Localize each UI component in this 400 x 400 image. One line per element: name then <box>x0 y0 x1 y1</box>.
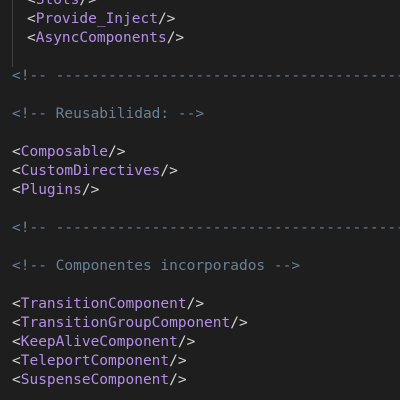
code-lines[interactable]: <Slots/> <Provide_Inject/> <AsyncComponent… <box>0 0 400 390</box>
indent-guide <box>12 10 13 29</box>
code-line[interactable]: <!-- Reusabilidad: --> <box>0 105 400 124</box>
html-comment: <!-- -----------------------------------… <box>12 68 400 84</box>
code-line[interactable]: <Provide_Inject/> <box>0 10 400 29</box>
code-line[interactable] <box>0 238 400 257</box>
tag-self-close: /> <box>79 0 97 8</box>
code-line[interactable]: <CustomDirectives/> <box>0 162 400 181</box>
tag-self-close: /> <box>160 163 178 179</box>
code-line[interactable]: <!-- -----------------------------------… <box>0 67 400 86</box>
tag-self-close: /> <box>108 144 126 160</box>
code-line[interactable]: <Composable/> <box>0 143 400 162</box>
code-line[interactable]: <Plugins/> <box>0 181 400 200</box>
indent-guide <box>12 29 13 48</box>
component-tag-name: TransitionComponent <box>20 296 187 312</box>
tag-open-bracket: < <box>27 0 36 8</box>
code-line[interactable] <box>0 86 400 105</box>
tag-open-bracket: < <box>12 296 21 312</box>
indent-guide <box>12 48 13 67</box>
component-tag-name: TeleportComponent <box>20 353 170 369</box>
tag-self-close: /> <box>169 372 187 388</box>
component-tag-name: KeepAliveComponent <box>20 334 178 350</box>
component-tag-name: AsyncComponents <box>35 30 167 46</box>
tag-self-close: /> <box>186 296 205 312</box>
tag-open-bracket: < <box>27 11 36 27</box>
indent-guide <box>12 0 13 10</box>
tag-open-bracket: < <box>12 353 21 369</box>
tag-open-bracket: < <box>27 30 36 46</box>
code-line[interactable]: <TransitionGroupComponent/> <box>0 314 400 333</box>
tag-open-bracket: < <box>12 315 21 331</box>
tag-self-close: /> <box>169 353 187 369</box>
tag-open-bracket: < <box>12 182 21 198</box>
code-line[interactable] <box>0 200 400 219</box>
component-tag-name: Plugins <box>20 182 82 198</box>
tag-self-close: /> <box>166 30 185 46</box>
tag-self-close: /> <box>81 182 100 198</box>
code-line[interactable] <box>0 124 400 143</box>
tag-self-close: /> <box>230 315 248 331</box>
tag-open-bracket: < <box>12 334 21 350</box>
code-line[interactable]: <SuspenseComponent/> <box>0 371 400 390</box>
code-line[interactable] <box>0 48 400 67</box>
code-line[interactable] <box>0 276 400 295</box>
component-tag-name: CustomDirectives <box>20 163 161 179</box>
tag-open-bracket: < <box>12 372 21 388</box>
component-tag-name: Provide_Inject <box>35 11 158 27</box>
code-line[interactable]: <!-- Componentes incorporados --> <box>0 257 400 276</box>
component-tag-name: Slots <box>35 0 80 8</box>
html-comment: <!-- -----------------------------------… <box>12 220 400 236</box>
tag-open-bracket: < <box>12 144 21 160</box>
code-line[interactable]: <KeepAliveComponent/> <box>0 333 400 352</box>
code-line[interactable]: <!-- -----------------------------------… <box>0 219 400 238</box>
html-comment: <!-- Componentes incorporados --> <box>12 258 301 274</box>
code-editor[interactable]: <Slots/> <Provide_Inject/> <AsyncComponent… <box>0 0 400 400</box>
code-line[interactable]: <TeleportComponent/> <box>0 352 400 371</box>
tag-self-close: /> <box>157 11 176 27</box>
component-tag-name: TransitionGroupComponent <box>20 315 231 331</box>
html-comment: <!-- Reusabilidad: --> <box>12 106 205 122</box>
component-tag-name: Composable <box>20 144 109 160</box>
code-line[interactable]: <AsyncComponents/> <box>0 29 400 48</box>
tag-self-close: /> <box>177 334 196 350</box>
code-line[interactable]: <TransitionComponent/> <box>0 295 400 314</box>
code-line[interactable]: <Slots/> <box>0 0 400 10</box>
component-tag-name: SuspenseComponent <box>20 372 170 388</box>
tag-open-bracket: < <box>12 163 21 179</box>
